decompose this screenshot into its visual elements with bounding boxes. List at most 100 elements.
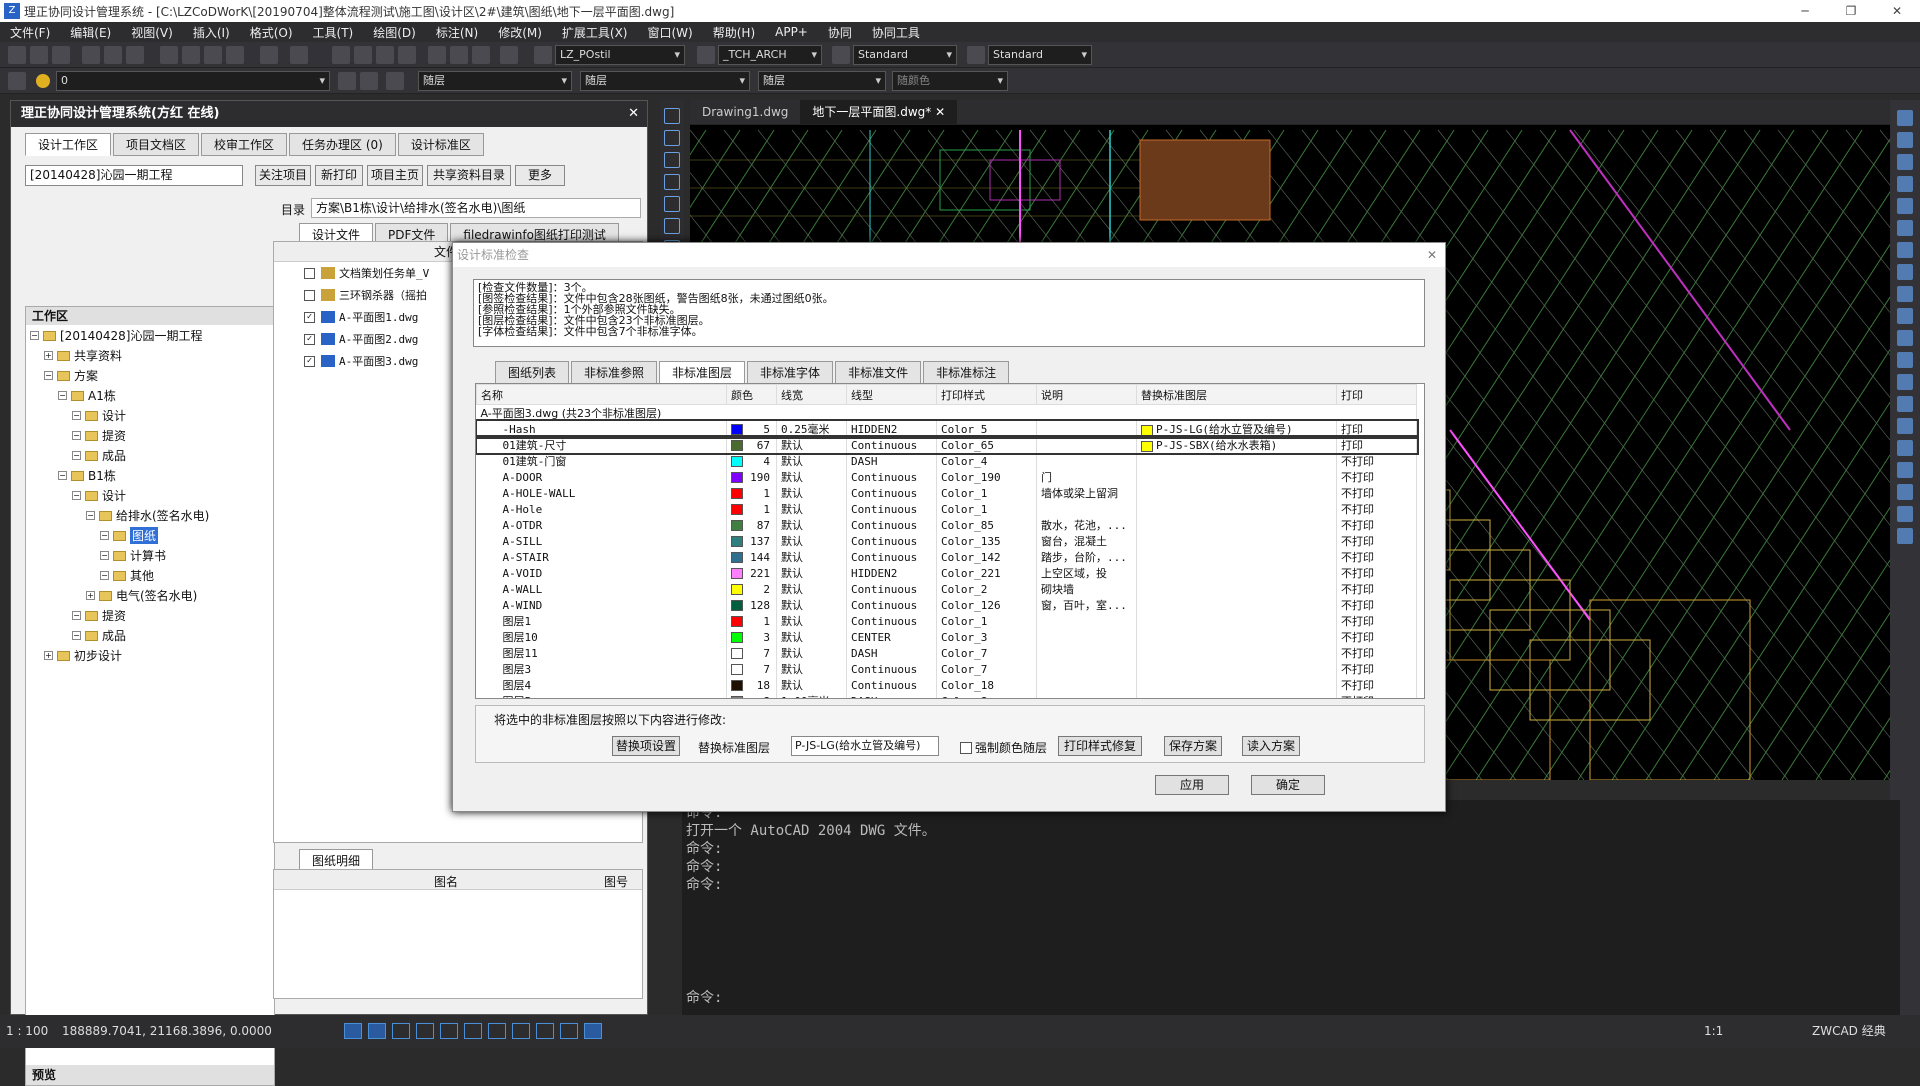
close-icon[interactable]: ✕ [628,101,639,127]
panel-button[interactable]: 项目主页 [367,165,423,186]
replace-layer[interactable] [1136,565,1337,581]
layer-prev-icon[interactable] [338,72,356,90]
annotation-scale[interactable]: 1 : 100 [6,1015,48,1048]
layer-plotstyle[interactable]: Color_65 [936,437,1037,453]
workspace-name[interactable]: ZWCAD 经典 [1812,1015,1886,1048]
replace-layer[interactable] [1136,549,1337,565]
replace-layer[interactable] [1136,501,1337,517]
replace-layer[interactable]: P-JS-SBX(给水水表箱) [1136,437,1337,453]
menu-item[interactable]: 扩展工具(X) [552,24,638,41]
menu-item[interactable]: 修改(M) [488,24,552,41]
layer-lineweight[interactable]: 默认 [776,453,847,469]
cut-icon[interactable] [160,46,178,64]
layer-lineweight[interactable]: 默认 [776,645,847,661]
checkbox-icon[interactable] [960,741,972,754]
layer-lineweight[interactable]: 默认 [776,581,847,597]
layer-lineweight[interactable]: 0.25毫米 [776,421,847,437]
layer-plotstyle[interactable]: Color_18 [936,677,1037,693]
layer-color[interactable]: 137 [726,533,777,549]
modify-tool-icon[interactable] [1897,132,1913,148]
project-select[interactable]: [20140428]沁园一期工程 [25,165,243,186]
layer-row[interactable]: 图层3 7 默认 Continuous Color_7 不打印 [476,661,1417,677]
replace-layer[interactable] [1136,581,1337,597]
tree-node[interactable]: − [20140428]沁园一期工程 [30,327,202,344]
menu-item[interactable]: 标注(N) [426,24,488,41]
lightbulb-icon[interactable] [36,74,50,88]
layer-plot[interactable]: 不打印 [1336,501,1417,517]
layer-plot[interactable]: 不打印 [1336,597,1417,613]
layer-plotstyle[interactable]: Color_2 [936,581,1037,597]
tree-node[interactable]: + 共享资料 [44,347,122,364]
status-toggle-icon[interactable] [584,1023,602,1039]
layer-color[interactable]: 87 [726,517,777,533]
save-scheme-button[interactable]: 保存方案 [1164,736,1222,756]
layer-plotstyle[interactable]: Color_1 [936,485,1037,501]
menu-item[interactable]: 视图(V) [121,24,183,41]
layer-plot[interactable]: 不打印 [1336,453,1417,469]
expand-icon[interactable]: − [72,631,81,640]
layer-lineweight[interactable]: 默认 [776,485,847,501]
panel-tab[interactable]: 设计工作区 [25,133,112,156]
layer-lineweight[interactable]: 默认 [776,549,847,565]
layer-color[interactable]: 144 [726,549,777,565]
checkbox-icon[interactable]: ✓ [304,355,315,367]
modify-tool-icon[interactable] [1897,418,1913,434]
redo-icon[interactable] [290,46,308,64]
open-icon[interactable] [30,46,48,64]
save-icon[interactable] [52,46,70,64]
status-toggle-icon[interactable] [440,1023,458,1039]
check-tab[interactable]: 非标准标注 [923,361,1010,384]
close-window-button[interactable]: ✕ [1874,0,1920,22]
draw-tool-icon[interactable] [664,174,680,190]
layer-plot[interactable]: 不打印 [1336,613,1417,629]
status-toggle-icon[interactable] [560,1023,578,1039]
replace-layer[interactable] [1136,485,1337,501]
minimize-button[interactable]: ─ [1782,0,1828,22]
tree-node[interactable]: − B1栋 [58,467,116,484]
grid-column-header[interactable]: 说明 [1036,384,1137,405]
tree-node[interactable]: − 计算书 [100,547,166,564]
grid-column-header[interactable]: 打印样式 [936,384,1037,405]
tree-node[interactable]: + 初步设计 [44,647,122,664]
draw-tool-icon[interactable] [664,152,680,168]
draw-tool-icon[interactable] [664,218,680,234]
replace-layer[interactable] [1136,597,1337,613]
layer-color[interactable]: 8 [726,693,777,698]
layer-row[interactable]: 图层5 81.00毫米DASHColor_8 不打印 [476,693,1417,698]
expand-icon[interactable]: + [44,351,53,360]
menu-item[interactable]: 编辑(E) [60,24,121,41]
layer-color[interactable]: 1 [726,501,777,517]
layer-row[interactable]: 01建筑-门窗 4 默认 DASH Color_4 不打印 [476,453,1417,469]
grid-column-header[interactable]: 线型 [846,384,937,405]
print-icon[interactable] [82,46,100,64]
tree-node[interactable]: − 提资 [72,607,126,624]
layer-plot[interactable]: 不打印 [1336,469,1417,485]
layer-linetype[interactable]: HIDDEN2 [846,565,937,581]
layer-color[interactable]: 128 [726,597,777,613]
layer-linetype[interactable]: Continuous [846,677,937,693]
layer-plot[interactable]: 不打印 [1336,565,1417,581]
layer-plotstyle[interactable]: Color_8 [936,693,1037,698]
menu-item[interactable]: 窗口(W) [638,24,703,41]
linetype-select[interactable]: 随层 [580,71,750,91]
tree-node[interactable]: − 设计 [72,487,126,504]
replace-layer[interactable] [1136,469,1337,485]
layer-lineweight[interactable]: 默认 [776,533,847,549]
layer-lineweight[interactable]: 1.00毫米 [776,693,847,698]
layer-plotstyle[interactable]: Color_142 [936,549,1037,565]
menu-item[interactable]: 绘图(D) [363,24,426,41]
layer-plot[interactable]: 不打印 [1336,645,1417,661]
properties-icon[interactable] [428,46,446,64]
layer-linetype[interactable]: Continuous [846,517,937,533]
panel-tab[interactable]: 项目文档区 [113,133,200,156]
layer-color[interactable]: 190 [726,469,777,485]
layer-row[interactable]: A-OTDR 87 默认 Continuous Color_85 散水，花池，... 不打印 [476,517,1417,533]
panel-tab[interactable]: 校审工作区 [201,133,288,156]
force-color-checkbox[interactable]: 强制颜色随层 [960,739,1047,756]
status-toggle-icon[interactable] [512,1023,530,1039]
expand-icon[interactable]: − [72,431,81,440]
tree-node[interactable]: + 电气(签名水电) [86,587,197,604]
grid-column-header[interactable]: 替换标准图层 [1136,384,1337,405]
layer-linetype[interactable]: Continuous [846,469,937,485]
expand-icon[interactable]: − [100,531,109,540]
